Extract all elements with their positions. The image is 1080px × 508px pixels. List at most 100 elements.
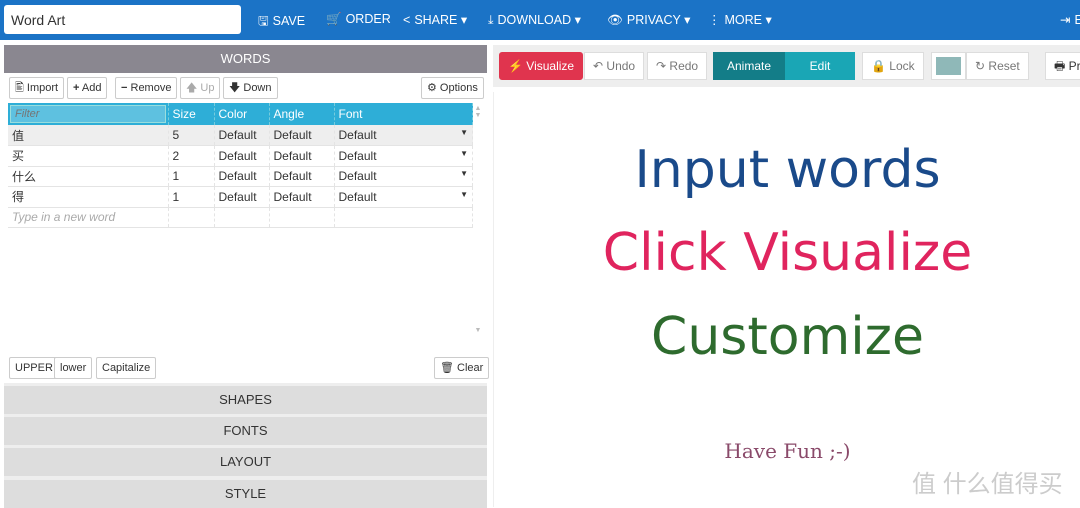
- remove-label: Remove: [130, 82, 172, 94]
- column-font[interactable]: Font: [334, 103, 473, 125]
- animate-button[interactable]: Animate: [713, 52, 785, 80]
- font-value: Default: [338, 128, 377, 142]
- font-cell[interactable]: Default ▼: [334, 145, 473, 167]
- title-input[interactable]: [4, 5, 241, 34]
- empty-cell: [168, 207, 215, 228]
- sign-in-button[interactable]: ⇥ E: [1060, 12, 1080, 27]
- sign-in-label: E: [1074, 13, 1080, 27]
- empty-cell: [334, 207, 473, 228]
- undo-button[interactable]: ↶ Undo: [584, 52, 645, 80]
- new-word-row[interactable]: Type in a new word: [8, 207, 473, 228]
- canvas-panel: ⚡ Visualize ↶ Undo ↷ Redo Animate Edit 🔒…: [493, 45, 1080, 507]
- angle-cell[interactable]: Default: [269, 145, 335, 167]
- color-swatch-button[interactable]: [931, 52, 966, 80]
- word-cell[interactable]: 什么: [8, 166, 169, 187]
- column-angle[interactable]: Angle: [269, 103, 335, 125]
- section-layout[interactable]: LAYOUT: [4, 448, 487, 476]
- table-row[interactable]: 得 1 Default Default Default ▼: [8, 186, 473, 208]
- section-shapes[interactable]: SHAPES: [4, 386, 487, 414]
- up-button[interactable]: 🡅 Up: [180, 77, 221, 99]
- size-cell[interactable]: 5: [168, 125, 215, 146]
- word-cell[interactable]: 得: [8, 186, 169, 208]
- words-header[interactable]: WORDS: [4, 45, 487, 73]
- color-swatch: [936, 57, 961, 75]
- angle-cell[interactable]: Default: [269, 166, 335, 187]
- font-cell[interactable]: Default ▼: [334, 125, 473, 146]
- size-cell[interactable]: 2: [168, 145, 215, 167]
- remove-button[interactable]: − Remove: [115, 77, 178, 99]
- share-menu[interactable]: < SHARE ▾: [403, 12, 467, 27]
- color-cell[interactable]: Default: [214, 125, 270, 146]
- cart-icon: 🛒: [326, 12, 342, 26]
- canvas-line-click-visualize: Click Visualize: [602, 223, 973, 283]
- font-value: Default: [338, 169, 377, 184]
- clear-button[interactable]: 🗑 Clear: [434, 357, 490, 379]
- more-menu[interactable]: ⋮ MORE ▾: [708, 12, 772, 27]
- print-label: Pr: [1068, 59, 1080, 73]
- save-button[interactable]: 🖫 SAVE: [258, 12, 305, 33]
- upper-button[interactable]: UPPER: [9, 357, 59, 379]
- angle-cell[interactable]: Default: [269, 125, 335, 146]
- empty-cell: [214, 207, 270, 228]
- caret-down-icon[interactable]: ▼: [460, 190, 468, 199]
- word-cell[interactable]: 值: [8, 125, 169, 146]
- table-row[interactable]: 值 5 Default Default Default ▼: [8, 125, 473, 146]
- words-toolbar: 🖺 Import + Add − Remove 🡅 Up 🡇 Down ⚙ Op…: [4, 73, 487, 103]
- magic-wand-icon: ⚡: [508, 59, 523, 73]
- section-style[interactable]: STYLE: [4, 480, 487, 508]
- font-cell[interactable]: Default ▼: [334, 186, 473, 208]
- top-navbar: 🖫SAVE 🛒ORDER <SHARE ▾ ⤓DOWNLOAD ▾ 👁PRIVA…: [0, 0, 1080, 40]
- word-art-canvas[interactable]: Input words Click Visualize Customize Ha…: [493, 92, 1080, 507]
- capitalize-button[interactable]: Capitalize: [96, 357, 157, 379]
- section-fonts[interactable]: FONTS: [4, 417, 487, 445]
- lock-button[interactable]: 🔒 Lock: [862, 52, 924, 80]
- color-cell[interactable]: Default: [214, 186, 270, 208]
- watermark: 值 什么值得买: [912, 471, 1063, 498]
- print-button[interactable]: 🖶 Pr: [1045, 52, 1080, 80]
- color-cell[interactable]: Default: [214, 145, 270, 167]
- font-value: Default: [338, 189, 377, 204]
- caret-down-icon[interactable]: ▼: [460, 128, 468, 137]
- options-button[interactable]: ⚙ Options: [421, 77, 484, 99]
- font-cell[interactable]: Default ▼: [334, 166, 473, 187]
- size-cell[interactable]: 1: [168, 166, 215, 187]
- canvas-line-have-fun: Have Fun ;-): [724, 439, 851, 463]
- add-button[interactable]: + Add: [67, 77, 108, 99]
- reset-button[interactable]: ↻ Reset: [966, 52, 1029, 80]
- reset-label: Reset: [988, 59, 1020, 73]
- redo-button[interactable]: ↷ Redo: [647, 52, 708, 80]
- lower-button[interactable]: lower: [54, 357, 93, 379]
- privacy-menu[interactable]: 👁 PRIVACY ▾: [607, 12, 690, 28]
- undo-icon: ↶: [593, 59, 604, 73]
- import-label: Import: [26, 82, 59, 94]
- order-label: ORDER: [345, 12, 391, 26]
- column-size[interactable]: Size: [168, 103, 215, 125]
- word-cell[interactable]: 买: [8, 145, 169, 167]
- table-row[interactable]: 什么 1 Default Default Default ▼: [8, 166, 473, 187]
- lock-label: Lock: [889, 59, 915, 73]
- eye-slash-icon: 👁: [607, 13, 623, 27]
- caret-down-icon[interactable]: ▼: [460, 169, 468, 178]
- canvas-line-customize: Customize: [651, 307, 924, 367]
- filter-input[interactable]: [10, 105, 166, 123]
- angle-cell[interactable]: Default: [269, 186, 335, 208]
- order-button[interactable]: 🛒 ORDER: [326, 12, 391, 27]
- table-scrollbar[interactable]: ▲ ▼ ▼: [472, 103, 484, 353]
- sign-in-icon: ⇥: [1060, 13, 1071, 27]
- down-button[interactable]: 🡇 Down: [223, 77, 278, 99]
- column-color[interactable]: Color: [214, 103, 270, 125]
- more-label: MORE ▾: [724, 13, 772, 27]
- table-row[interactable]: 买 2 Default Default Default ▼: [8, 145, 473, 167]
- size-cell[interactable]: 1: [168, 186, 215, 208]
- save-icon: 🖫: [258, 14, 269, 28]
- caret-down-icon[interactable]: ▼: [460, 149, 468, 158]
- down-label: Down: [243, 82, 272, 94]
- download-menu[interactable]: ⤓ DOWNLOAD ▾: [488, 12, 581, 28]
- options-label: Options: [439, 82, 478, 94]
- visualize-button[interactable]: ⚡ Visualize: [499, 52, 584, 80]
- edit-button[interactable]: Edit: [785, 52, 855, 80]
- color-cell[interactable]: Default: [214, 166, 270, 187]
- import-button[interactable]: 🖺 Import: [9, 77, 65, 99]
- new-word-input[interactable]: Type in a new word: [8, 207, 169, 228]
- clear-label: Clear: [457, 362, 484, 374]
